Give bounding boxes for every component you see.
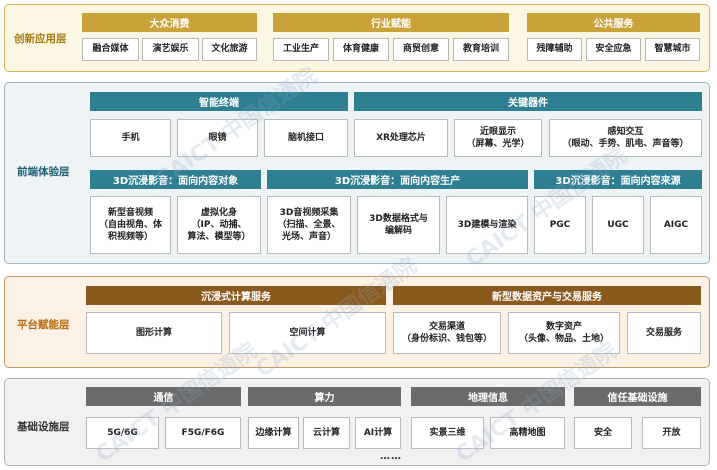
component-header: 关键器件 [354,92,702,111]
infra-item: 5G/6G [86,417,159,449]
compute-service-header: 沉浸式计算服务 [86,286,386,305]
app-item: 智慧城市 [645,38,700,61]
app-item: 体育健康 [333,38,389,61]
app-item: 文化旅游 [202,38,257,61]
infra-header: 信任基础设施 [574,387,701,406]
layer-label: 平台赋能层 [17,319,70,331]
group-header: 大众消费 [82,13,257,32]
content-production-item: 3D音视频采集 （扫描、全景、 光场、声音） [267,196,351,254]
layer-label: 基础设施层 [17,421,70,433]
infra-item: 边缘计算 [248,417,299,449]
app-item: 工业生产 [273,38,329,61]
content-source-item: AIGC [650,196,702,254]
content-production-item: 3D建模与渲染 [446,196,528,254]
terminal-item: 脑机接口 [264,119,348,157]
content-object-item: 虚拟化身 （IP、动捕、 算法、模型等） [177,196,261,254]
terminal-header: 智能终端 [90,92,348,111]
app-item: 商贸创意 [393,38,449,61]
app-item: 残障辅助 [527,38,582,61]
content-object-item: 新型音视频 （自由视角、体 积视频等） [90,196,171,254]
group-header: 行业赋能 [273,13,509,32]
trade-item: 交易服务 [627,312,701,354]
infra-item: 云计算 [303,417,350,449]
component-item: 感知交互 （眼动、手势、肌电、声音等） [549,119,702,157]
app-item: 教育培训 [453,38,509,61]
infra-item: 开放 [642,417,701,449]
compute-item: 空间计算 [229,312,386,354]
trade-item: 数字资产 （头像、物品、土地） [508,312,620,354]
infra-header: 算力 [248,387,401,406]
infra-item: 实景三维 [411,417,484,449]
component-item: XR处理芯片 [354,119,448,157]
infra-item: F5G/F6G [165,417,241,449]
content-source-item: PGC [534,196,586,254]
component-item: 近眼显示 （屏幕、光学） [454,119,542,157]
infra-header: 地理信息 [411,387,565,406]
content-production-item: 3D数据格式与 编解码 [357,196,440,254]
ellipsis: …… [380,451,402,462]
group-header: 公共服务 [527,13,700,32]
terminal-item: 手机 [90,119,171,157]
terminal-item: 眼镜 [177,119,258,157]
content-source-header: 3D沉浸影音：面向内容来源 [534,170,702,189]
content-source-item: UGC [592,196,644,254]
infra-item: 高精地图 [490,417,565,449]
layer-label: 创新应用层 [14,33,67,45]
app-item: 演艺娱乐 [142,38,199,61]
infra-header: 通信 [86,387,241,406]
compute-item: 图形计算 [86,312,222,354]
layer-label: 前端体验层 [17,166,70,178]
infra-item: 安全 [574,417,632,449]
app-item: 融合媒体 [82,38,139,61]
trade-item: 交易渠道 （身份标识、钱包等） [393,312,501,354]
app-item: 安全应急 [586,38,641,61]
content-object-header: 3D沉浸影音：面向内容对象 [90,170,261,189]
infra-item: AI计算 [355,417,401,449]
trade-service-header: 新型数据资产与交易服务 [393,286,701,305]
content-production-header: 3D沉浸影音：面向内容生产 [267,170,528,189]
